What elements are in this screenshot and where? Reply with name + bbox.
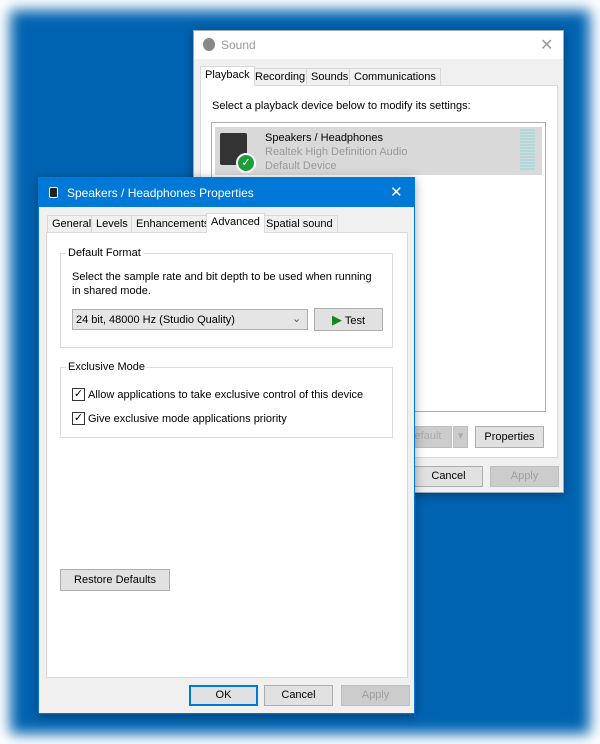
device-icon [49, 187, 58, 198]
sound-apply-button[interactable]: Apply [490, 466, 559, 487]
sound-cancel-button[interactable]: Cancel [414, 466, 483, 487]
format-selected: 24 bit, 48000 Hz (Studio Quality) [76, 314, 235, 326]
tab-recording[interactable]: Recording [250, 68, 311, 86]
properties-button[interactable]: Properties [475, 426, 544, 448]
device-name: Speakers / Headphones [265, 132, 384, 144]
exclusive-control-label: Allow applications to take exclusive con… [88, 389, 364, 401]
close-icon[interactable]: ✕ [390, 183, 403, 201]
tab-advanced[interactable]: Advanced [206, 213, 265, 233]
tab-enhancements[interactable]: Enhancements [131, 215, 215, 233]
chevron-down-icon: ⌄ [292, 313, 302, 325]
test-button[interactable]: ▶ Test [314, 308, 383, 331]
exclusive-priority-checkbox[interactable]: ✓ [72, 412, 85, 425]
sound-title: Sound [221, 38, 256, 52]
device-status: Default Device [265, 160, 337, 172]
tab-communications[interactable]: Communications [349, 68, 441, 86]
tab-spatial-sound[interactable]: Spatial sound [261, 215, 338, 233]
properties-titlebar: Speakers / Headphones Properties ✕ [39, 178, 414, 207]
exclusive-mode-label: Exclusive Mode [66, 361, 148, 373]
ok-button[interactable]: OK [189, 685, 258, 706]
default-format-label: Default Format [66, 247, 143, 259]
properties-title: Speakers / Headphones Properties [67, 186, 254, 200]
tab-playback[interactable]: Playback [200, 66, 255, 86]
restore-defaults-button[interactable]: Restore Defaults [60, 569, 170, 591]
instruction-text: Select a playback device below to modify… [212, 100, 471, 112]
speaker-icon [203, 38, 215, 51]
exclusive-mode-group: Exclusive Mode ✓ Allow applications to t… [60, 361, 393, 438]
properties-window: Speakers / Headphones Properties ✕ Gener… [38, 177, 415, 714]
sound-titlebar: Sound ✕ [194, 31, 563, 59]
exclusive-control-checkbox[interactable]: ✓ [72, 388, 85, 401]
tab-general[interactable]: General [47, 215, 97, 233]
default-check-icon: ✓ [236, 153, 256, 173]
format-dropdown[interactable]: 24 bit, 48000 Hz (Studio Quality) ⌄ [72, 309, 308, 330]
exclusive-priority-label: Give exclusive mode applications priorit… [88, 413, 287, 425]
tab-sounds[interactable]: Sounds [306, 68, 354, 86]
apply-button[interactable]: Apply [341, 685, 410, 706]
set-default-dropdown[interactable]: ▾ [453, 426, 468, 448]
format-description: Select the sample rate and bit depth to … [72, 271, 372, 297]
advanced-panel: Default Format Select the sample rate an… [46, 232, 408, 678]
cancel-button[interactable]: Cancel [264, 685, 333, 706]
close-icon[interactable]: ✕ [540, 35, 553, 55]
default-format-group: Default Format Select the sample rate an… [60, 247, 393, 348]
play-icon: ▶ [331, 312, 342, 327]
device-driver: Realtek High Definition Audio [265, 146, 408, 158]
volume-meter [520, 129, 535, 171]
device-row[interactable]: ✓ Speakers / Headphones Realtek High Def… [215, 127, 542, 175]
tab-levels[interactable]: Levels [91, 215, 133, 233]
